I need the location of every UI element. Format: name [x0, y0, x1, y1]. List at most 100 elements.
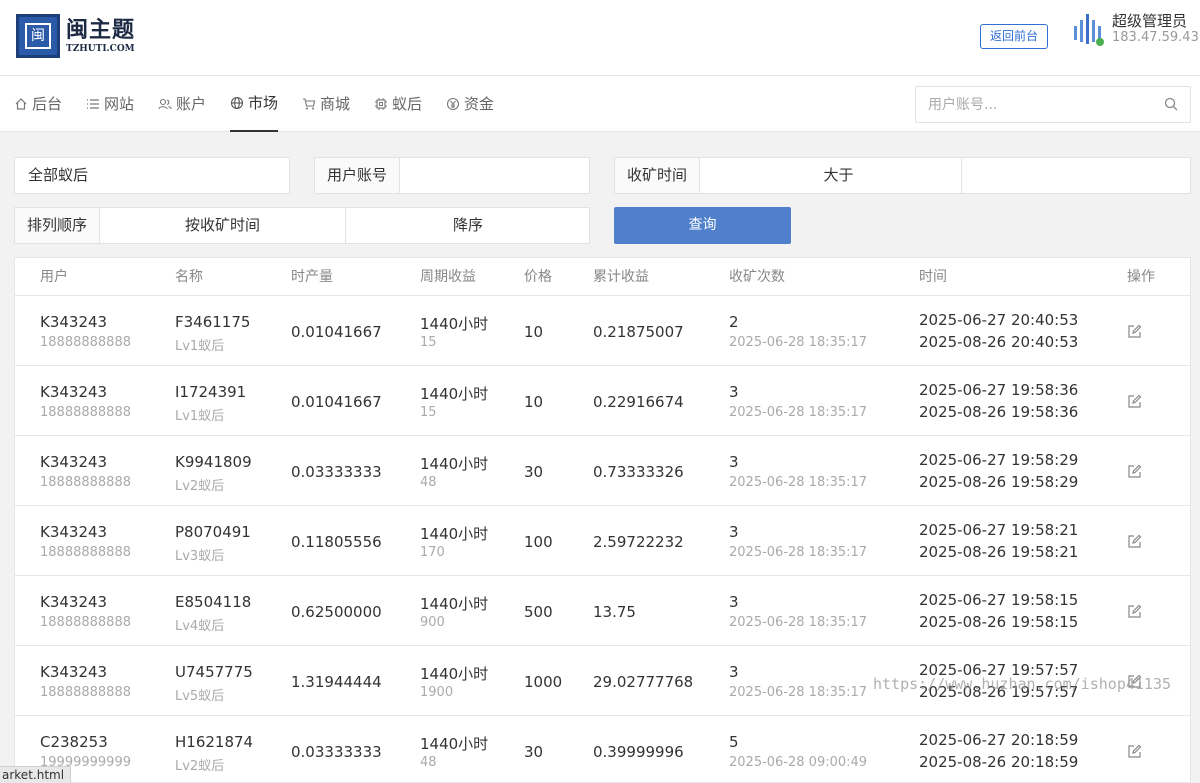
logo-mark: 闽: [16, 14, 60, 58]
nav-label: 网站: [104, 95, 135, 113]
back-to-frontend-button[interactable]: 返回前台: [980, 24, 1048, 49]
col-total: 累计收益: [593, 269, 649, 285]
top-header: 闽 闽主题 TZHUTI.COM 返回前台 超级管理员 183.47.59.43: [0, 0, 1200, 76]
row-rate: 0.01041667: [291, 393, 382, 411]
nav-label: 蚁后: [392, 95, 423, 113]
row-count: 3: [729, 383, 739, 401]
list-icon: [87, 99, 99, 109]
time-op-select[interactable]: 大于: [716, 158, 961, 193]
row-level: Lv1蚁后: [175, 409, 225, 424]
users-icon: [158, 98, 172, 110]
row-rate: 0.03333333: [291, 743, 382, 761]
row-period: 1440小时: [420, 735, 489, 753]
nav-label: 账户: [176, 95, 207, 113]
edit-icon[interactable]: [1127, 464, 1142, 479]
row-level: Lv1蚁后: [175, 339, 225, 354]
site-logo[interactable]: 闽 闽主题 TZHUTI.COM: [16, 14, 135, 58]
sort-field-select[interactable]: 按收矿时间: [100, 208, 345, 243]
home-icon: [15, 98, 27, 110]
row-period-income: 170: [420, 545, 445, 560]
row-period: 1440小时: [420, 595, 489, 613]
row-end-time: 2025-08-26 19:58:15: [919, 613, 1079, 631]
row-price: 1000: [524, 673, 563, 691]
edit-icon[interactable]: [1127, 604, 1142, 619]
nav-label: 市场: [248, 94, 279, 112]
row-end-time: 2025-08-26 19:58:36: [919, 403, 1079, 421]
row-count: 3: [729, 523, 739, 541]
admin-ip: 183.47.59.43: [1112, 30, 1199, 45]
sort-direction-select[interactable]: 降序: [346, 208, 590, 243]
edit-icon[interactable]: [1127, 744, 1142, 759]
row-phone: 18888888888: [40, 405, 131, 420]
row-start-time: 2025-06-27 19:58:36: [919, 381, 1079, 399]
nav-search-box[interactable]: [915, 86, 1191, 123]
row-period-income: 48: [420, 755, 437, 770]
row-count-time: 2025-06-28 18:35:17: [729, 685, 868, 700]
row-phone: 18888888888: [40, 335, 131, 350]
row-total: 29.02777768: [593, 673, 694, 691]
time-filter: 收矿时间 大于: [614, 157, 1191, 194]
table-row: K343243 18888888888 F3461175 Lv1蚁后 0.0104166…: [15, 296, 1190, 366]
table-row: K343243 18888888888 P8070491 Lv3蚁后 0.1180555…: [15, 506, 1190, 576]
row-user: K343243: [40, 523, 108, 541]
admin-avatar-icon[interactable]: [1071, 12, 1107, 48]
nav-label: 商城: [320, 95, 351, 113]
row-level: Lv4蚁后: [175, 619, 225, 634]
row-period-income: 1900: [420, 685, 454, 700]
search-icon[interactable]: [1164, 97, 1178, 111]
edit-icon[interactable]: [1127, 534, 1142, 549]
admin-name[interactable]: 超级管理员: [1112, 10, 1187, 31]
query-button[interactable]: 查询: [614, 207, 791, 244]
account-filter-input[interactable]: [400, 158, 590, 193]
account-filter-label: 用户账号: [315, 158, 401, 193]
queen-select[interactable]: 全部蚁后: [14, 157, 290, 194]
row-level: Lv2蚁后: [175, 759, 225, 774]
row-period: 1440小时: [420, 525, 489, 543]
row-user: K343243: [40, 663, 108, 681]
globe-icon: [230, 96, 244, 110]
row-period: 1440小时: [420, 455, 489, 473]
row-end-time: 2025-08-26 19:58:21: [919, 543, 1079, 561]
main-nav: 后台 网站 账户 市场 商城 蚁后 资金: [0, 76, 1200, 132]
row-user: C238253: [40, 733, 108, 751]
logo-subtitle: TZHUTI.COM: [66, 44, 135, 54]
row-name: P8070491: [175, 523, 251, 541]
row-price: 100: [524, 533, 553, 551]
edit-icon[interactable]: [1127, 394, 1142, 409]
row-count-time: 2025-06-28 18:35:17: [729, 335, 868, 350]
table-header: 用户 名称 时产量 周期收益 价格 累计收益 收矿次数 时间 操作: [15, 258, 1190, 296]
search-input[interactable]: [916, 87, 1146, 122]
row-name: U7457775: [175, 663, 253, 681]
nav-item-site[interactable]: 网站: [86, 76, 134, 132]
row-count: 3: [729, 453, 739, 471]
nav-item-queen[interactable]: 蚁后: [374, 76, 422, 132]
nav-item-funds[interactable]: 资金: [446, 76, 494, 132]
row-user: K343243: [40, 453, 108, 471]
table-row: K343243 18888888888 E8504118 Lv4蚁后 0.6250000…: [15, 576, 1190, 646]
row-name: H1621874: [175, 733, 254, 751]
row-count-time: 2025-06-28 18:35:17: [729, 475, 868, 490]
nav-item-market[interactable]: 市场: [230, 76, 279, 132]
row-user: K343243: [40, 313, 108, 331]
row-rate: 0.01041667: [291, 323, 382, 341]
row-count: 2: [729, 313, 739, 331]
row-price: 30: [524, 743, 544, 761]
row-total: 0.22916674: [593, 393, 684, 411]
row-price: 10: [524, 323, 544, 341]
nav-item-account[interactable]: 账户: [158, 76, 206, 132]
market-table: 用户 名称 时产量 周期收益 价格 累计收益 收矿次数 时间 操作 K34324…: [14, 257, 1191, 783]
edit-icon[interactable]: [1127, 324, 1142, 339]
time-value-input[interactable]: [962, 158, 1191, 193]
row-total: 0.21875007: [593, 323, 684, 341]
row-period: 1440小时: [420, 385, 489, 403]
nav-item-mall[interactable]: 商城: [302, 76, 350, 132]
row-count: 3: [729, 593, 739, 611]
row-phone: 18888888888: [40, 475, 131, 490]
nav-label: 后台: [32, 95, 63, 113]
row-period-income: 900: [420, 615, 445, 630]
row-period-income: 15: [420, 335, 437, 350]
row-period: 1440小时: [420, 315, 489, 333]
row-total: 0.39999996: [593, 743, 684, 761]
nav-item-backend[interactable]: 后台: [14, 76, 62, 132]
col-count: 收矿次数: [729, 269, 785, 285]
